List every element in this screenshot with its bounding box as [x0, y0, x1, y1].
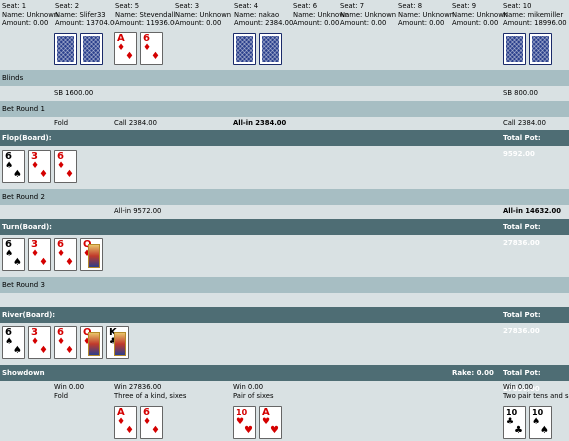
card-back	[503, 33, 526, 65]
diamond-icon: ♦	[151, 425, 160, 436]
playing-card: 6 ♦ ♦	[54, 238, 77, 271]
seat-info: Seat: 3 Name: Unknown Amount: 0.00	[175, 2, 232, 27]
club-icon: ♣	[514, 425, 523, 436]
playing-card: 6 ♠ ♠	[2, 238, 25, 271]
playing-card: K♣	[106, 326, 129, 359]
card-back	[233, 33, 256, 65]
seat-info: Seat: 2 Name: Slifer33 Amount: 13704.00	[55, 2, 115, 27]
playing-card: 6 ♠ ♠	[2, 326, 25, 359]
playing-card: 10 ♣ ♣	[503, 406, 526, 439]
flop-bar: Flop(Board): Total Pot: 9592.00	[0, 130, 569, 158]
diamond-icon: ♦	[125, 51, 134, 62]
spade-icon: ♠	[540, 425, 549, 436]
seat-info: Seat: 8 Name: Unknown Amount: 0.00	[398, 2, 455, 27]
diamond-icon: ♦	[39, 345, 48, 356]
playing-card: 3 ♦ ♦	[28, 150, 51, 183]
action-seat10: All-in 14632.00	[503, 207, 561, 215]
diamond-icon: ♦	[65, 257, 74, 268]
action-seat2: Fold	[54, 119, 69, 127]
playing-card: 6 ♦ ♦	[140, 32, 163, 65]
seat-info: Seat: 5 Name: Stevendall Amount: 11936.00	[115, 2, 175, 27]
card-back	[529, 33, 552, 65]
bet-round-2-bar: Bet Round 2	[0, 189, 569, 205]
playing-card: 3 ♦ ♦	[28, 238, 51, 271]
action-seat10: Call 2384.00	[503, 119, 546, 127]
blind-seat10: SB 800.00	[503, 89, 538, 97]
heart-icon: ♥	[244, 425, 253, 436]
spade-icon: ♠	[13, 169, 22, 180]
queen-face-icon	[88, 244, 100, 268]
card-back	[80, 33, 103, 65]
showdown-seat5: Win 27836.00 Three of a kind, sixes	[114, 383, 187, 400]
playing-card: 6 ♦ ♦	[54, 326, 77, 359]
showdown-seat2: Win 0.00 Fold	[54, 383, 85, 400]
playing-card: 10 ♥ ♥	[233, 406, 256, 439]
action-seat5: All-in 9572.00	[114, 207, 162, 215]
seat-info: Seat: 7 Name: Unknown Amount: 0.00	[340, 2, 397, 27]
showdown-seat4: Win 0.00 Pair of sixes	[233, 383, 274, 400]
spade-icon: ♠	[13, 345, 22, 356]
playing-card: 3 ♦ ♦	[28, 326, 51, 359]
playing-card: A ♥ ♥	[259, 406, 282, 439]
queen-face-icon	[88, 332, 100, 356]
seat-info: Seat: 10 Name: mikemiller Amount: 18996.00	[503, 2, 567, 27]
spade-icon: ♠	[13, 257, 22, 268]
river-bar: River(Board): Total Pot: 27836.00	[0, 307, 569, 335]
playing-card: 10 ♠ ♠	[529, 406, 552, 439]
diamond-icon: ♦	[65, 169, 74, 180]
playing-card: Q♦	[80, 326, 103, 359]
showdown-bar: Showdown Rake: 0.00 Total Pot: 27836.00	[0, 365, 569, 393]
card-back	[259, 33, 282, 65]
diamond-icon: ♦	[39, 169, 48, 180]
showdown-seat10: Win 0.00Two pair tens and sixes	[503, 383, 569, 400]
diamond-icon: ♦	[65, 345, 74, 356]
card-back	[54, 33, 77, 65]
blinds-bar: Blinds	[0, 70, 569, 86]
blind-seat2: SB 1600.00	[54, 89, 94, 97]
playing-card: Q♦	[80, 238, 103, 271]
king-face-icon	[114, 332, 126, 356]
turn-bar: Turn(Board): Total Pot: 27836.00	[0, 219, 569, 247]
diamond-icon: ♦	[151, 51, 160, 62]
playing-card: A ♦ ♦	[114, 406, 137, 439]
seat-info: Seat: 1 Name: Unknown Amount: 0.00	[2, 2, 59, 27]
playing-card: A ♦ ♦	[114, 32, 137, 65]
playing-card: 6 ♦ ♦	[140, 406, 163, 439]
seat-info: Seat: 4 Name: nakao Amount: 2384.00	[234, 2, 294, 27]
action-seat4: All-in 2384.00	[233, 119, 287, 127]
bet-round-3-bar: Bet Round 3	[0, 277, 569, 293]
action-seat5: Call 2384.00	[114, 119, 157, 127]
playing-card: 6 ♠ ♠	[2, 150, 25, 183]
diamond-icon: ♦	[39, 257, 48, 268]
bet-round-1-bar: Bet Round 1	[0, 101, 569, 117]
heart-icon: ♥	[270, 425, 279, 436]
playing-card: 6 ♦ ♦	[54, 150, 77, 183]
diamond-icon: ♦	[125, 425, 134, 436]
